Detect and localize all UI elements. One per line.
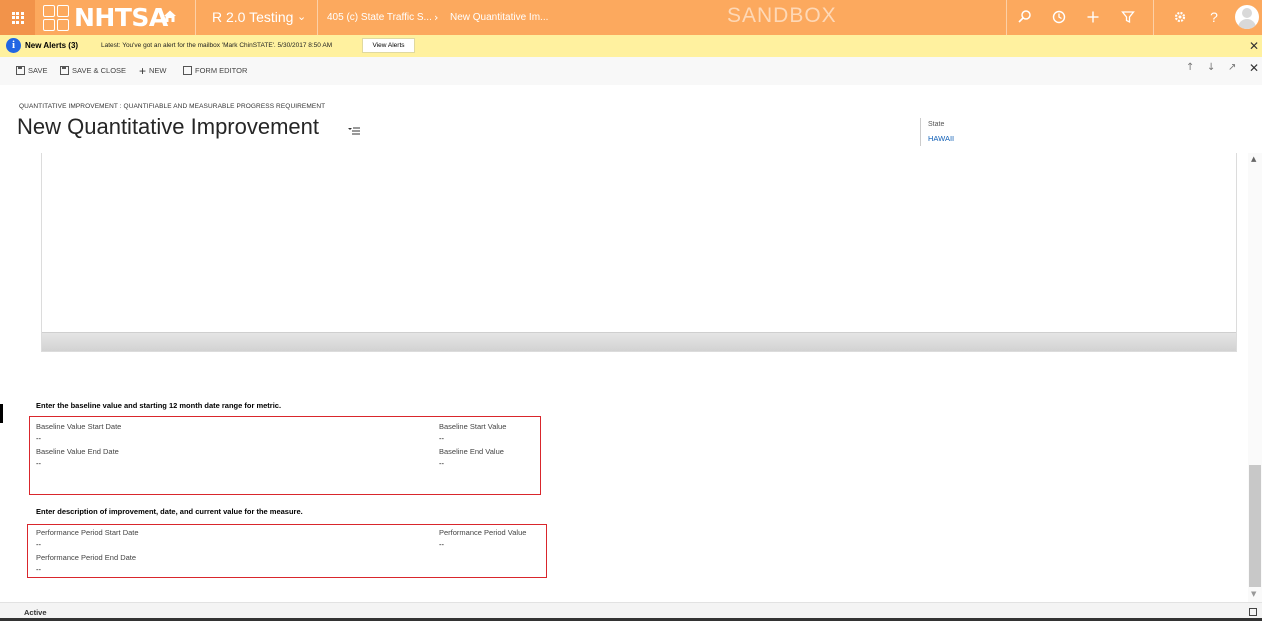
save-button-label: SAVE: [28, 66, 48, 75]
performance-value-label: Performance Period Value: [439, 528, 527, 537]
new-button-label: NEW: [149, 66, 167, 75]
search-icon[interactable]: [1017, 9, 1033, 25]
entity-label: QUANTITATIVE IMPROVEMENT : QUANTIFIABLE …: [19, 103, 326, 110]
filter-icon[interactable]: [1120, 9, 1136, 25]
save-close-button-label: SAVE & CLOSE: [72, 66, 127, 75]
baseline-start-value-field[interactable]: --: [439, 434, 444, 443]
performance-value-field[interactable]: --: [439, 540, 444, 549]
nav-separator: [195, 0, 196, 35]
alert-message: Latest: You've got an alert for the mail…: [101, 42, 333, 49]
save-and-close-button[interactable]: SAVE & CLOSE: [60, 66, 126, 75]
breadcrumb-current-record[interactable]: New Quantitative Im...: [450, 12, 548, 23]
command-bar: SAVE SAVE & CLOSE + NEW FORM EDITOR: [0, 57, 1262, 85]
form-editor-icon: [183, 66, 192, 75]
state-field-link[interactable]: HAWAII: [928, 134, 954, 143]
baseline-end-date-label: Baseline Value End Date: [36, 447, 119, 456]
nav-separator: [1006, 0, 1007, 35]
waffle-icon: [11, 11, 24, 24]
pop-out-icon[interactable]: ↗: [1228, 62, 1236, 73]
breadcrumb-parent-record[interactable]: 405 (c) State Traffic S...: [327, 12, 432, 23]
baseline-end-value-field[interactable]: --: [439, 459, 444, 468]
chevron-down-icon[interactable]: ⌄: [297, 10, 306, 23]
performance-end-date-field[interactable]: --: [36, 565, 41, 574]
performance-section-heading: Enter description of improvement, date, …: [36, 507, 303, 516]
embedded-subgrid: [41, 153, 1237, 352]
baseline-start-value-label: Baseline Start Value: [439, 422, 507, 431]
baseline-start-date-label: Baseline Value Start Date: [36, 422, 122, 431]
subgrid-footer: [42, 332, 1236, 351]
baseline-section-heading: Enter the baseline value and starting 12…: [36, 401, 282, 410]
app-name-dropdown[interactable]: R 2.0 Testing: [212, 9, 293, 25]
environment-watermark: SANDBOX: [727, 4, 837, 27]
home-icon[interactable]: [163, 9, 177, 23]
view-alerts-button[interactable]: View Alerts: [362, 38, 415, 53]
nav-separator: [317, 0, 318, 35]
user-avatar[interactable]: [1235, 5, 1259, 29]
performance-start-date-label: Performance Period Start Date: [36, 528, 139, 537]
header-field-divider: [920, 118, 921, 146]
scrollbar-thumb[interactable]: [1249, 465, 1261, 587]
form-editor-button[interactable]: FORM EDITOR: [183, 66, 247, 75]
top-navigation-bar: NHTSA R 2.0 Testing ⌄ 405 (c) State Traf…: [0, 0, 1262, 35]
baseline-start-date-field[interactable]: --: [36, 434, 41, 443]
nav-separator: [1153, 0, 1154, 35]
info-icon: i: [6, 38, 21, 53]
close-form-icon[interactable]: ✕: [1249, 61, 1259, 75]
new-button[interactable]: + NEW: [139, 63, 167, 78]
notification-bar: i New Alerts (3) Latest: You've got an a…: [0, 35, 1262, 57]
record-status: Active: [24, 608, 47, 617]
baseline-end-value-label: Baseline End Value: [439, 447, 504, 456]
recent-records-icon[interactable]: [1051, 9, 1067, 25]
previous-record-arrow-icon[interactable]: ↑: [1186, 62, 1194, 73]
scroll-up-arrow-icon[interactable]: ▲: [1251, 155, 1256, 163]
plus-icon: +: [139, 63, 147, 78]
logo-text: NHTSA: [74, 3, 168, 32]
next-record-arrow-icon[interactable]: ↓: [1207, 62, 1215, 73]
app-launcher-button[interactable]: [0, 0, 35, 35]
left-edge-marker: [0, 404, 3, 423]
alert-title: New Alerts (3): [25, 41, 79, 50]
save-icon: [16, 66, 25, 75]
nhtsa-logo[interactable]: NHTSA: [42, 2, 168, 33]
scroll-down-arrow-icon[interactable]: ▼: [1251, 590, 1256, 598]
save-close-icon: [60, 66, 69, 75]
logo-mark-icon: [42, 4, 70, 32]
help-icon[interactable]: ?: [1206, 9, 1222, 25]
state-field-label: State: [928, 121, 945, 128]
gear-icon[interactable]: [1172, 9, 1188, 25]
performance-start-date-field[interactable]: --: [36, 540, 41, 549]
breadcrumb-arrow-icon: ›: [434, 11, 439, 24]
save-button[interactable]: SAVE: [16, 66, 47, 75]
close-icon[interactable]: ✕: [1249, 39, 1259, 53]
form-editor-button-label: FORM EDITOR: [195, 66, 248, 75]
form-selector-icon[interactable]: [348, 124, 360, 136]
performance-end-date-label: Performance Period End Date: [36, 553, 137, 562]
page-title: New Quantitative Improvement: [17, 114, 320, 139]
save-status-icon[interactable]: [1249, 608, 1257, 616]
baseline-end-date-field[interactable]: --: [36, 459, 41, 468]
plus-icon[interactable]: [1085, 9, 1101, 25]
